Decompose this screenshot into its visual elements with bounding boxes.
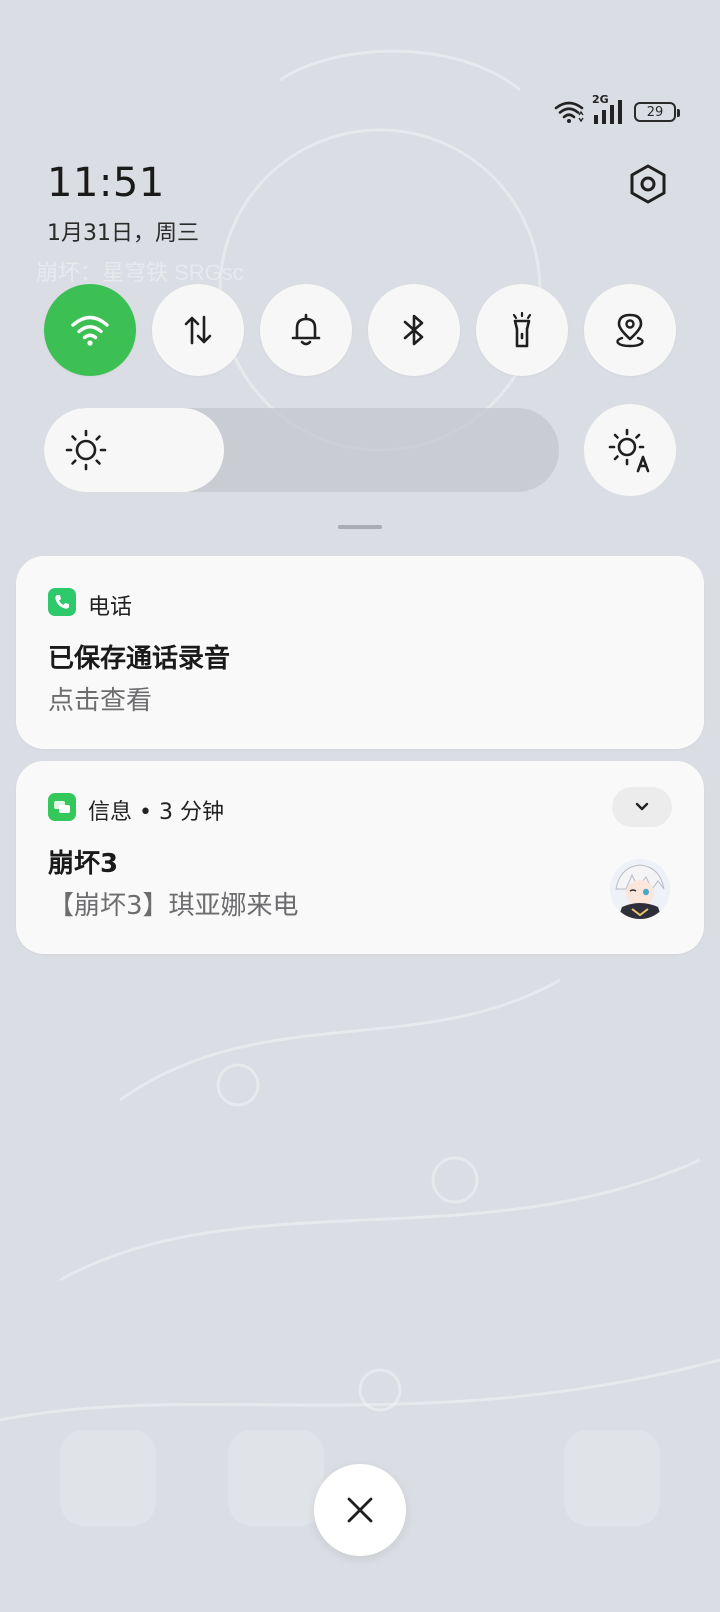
date[interactable]: 1月31日，周三 bbox=[47, 215, 199, 247]
auto-brightness-icon bbox=[608, 428, 650, 473]
toggle-location[interactable] bbox=[584, 284, 676, 376]
chevron-down-icon bbox=[635, 802, 649, 811]
toggle-sound[interactable] bbox=[260, 284, 352, 376]
auto-brightness-button[interactable] bbox=[584, 404, 676, 496]
messages-app-icon bbox=[48, 793, 76, 821]
notification-title: 已保存通话录音 bbox=[48, 644, 231, 674]
toggle-bluetooth[interactable] bbox=[368, 284, 460, 376]
signal-icon: 2G bbox=[592, 93, 626, 125]
status-bar: 2G 29 bbox=[554, 93, 680, 128]
phone-icon bbox=[55, 595, 69, 609]
panel-handle[interactable] bbox=[338, 525, 382, 529]
brightness-icon bbox=[65, 429, 107, 471]
gear-icon bbox=[630, 164, 666, 204]
notification-app-name: 电话 bbox=[88, 595, 133, 620]
toggle-flashlight[interactable] bbox=[476, 284, 568, 376]
quick-settings-row bbox=[44, 284, 676, 376]
flashlight-icon bbox=[512, 311, 532, 348]
notification-body: 点击查看 bbox=[48, 686, 153, 716]
expand-button[interactable] bbox=[612, 787, 672, 827]
avatar bbox=[610, 859, 670, 919]
notification-body: 【崩坏3】琪亚娜来电 bbox=[48, 891, 299, 921]
close-icon bbox=[347, 1497, 373, 1523]
settings-button[interactable] bbox=[624, 160, 672, 208]
notification-card[interactable]: 信息 • 3 分钟 崩坏3 【崩坏3】琪亚娜来电 bbox=[16, 761, 704, 954]
toggle-mobile-data[interactable] bbox=[152, 284, 244, 376]
bell-icon bbox=[291, 313, 321, 346]
data-arrows-icon bbox=[184, 315, 212, 345]
battery-icon: 29 bbox=[634, 102, 680, 122]
clear-all-button[interactable] bbox=[314, 1464, 406, 1556]
notification-app-name: 信息 • 3 分钟 bbox=[88, 800, 224, 825]
bluetooth-icon bbox=[403, 314, 424, 346]
battery-level: 29 bbox=[646, 104, 664, 120]
location-icon bbox=[616, 313, 644, 348]
phone-app-icon bbox=[48, 588, 76, 616]
wifi-icon bbox=[554, 101, 584, 123]
notification-card[interactable]: 电话 已保存通话录音 点击查看 bbox=[16, 556, 704, 749]
wallpaper-text: 崩坏：星穹铁 SRGsc bbox=[36, 260, 244, 285]
wifi-icon bbox=[71, 315, 109, 346]
brightness-slider[interactable] bbox=[44, 408, 559, 492]
notification-title: 崩坏3 bbox=[48, 849, 119, 879]
toggle-wifi[interactable] bbox=[44, 284, 136, 376]
clock[interactable]: 11:51 bbox=[47, 160, 165, 206]
message-icon bbox=[54, 801, 70, 813]
